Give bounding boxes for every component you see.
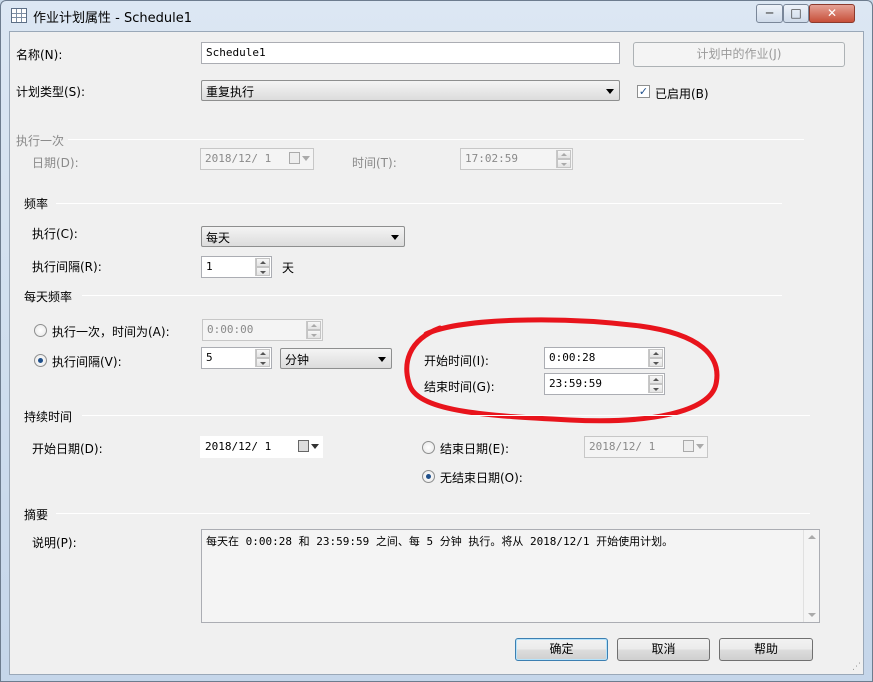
duration-divider: [82, 415, 810, 416]
recurs-value: 1: [206, 260, 213, 273]
annotation-circle: [404, 317, 720, 424]
time-spinner[interactable]: [306, 321, 321, 339]
table-icon: [11, 8, 27, 23]
schedule-type-value: 重复执行: [206, 85, 255, 99]
start-date-value: 2018/12/ 1: [205, 440, 272, 453]
one-time-time-input[interactable]: 17:02:59: [460, 148, 573, 170]
frequency-section-title: 频率: [24, 197, 49, 211]
recurs-label: 执行间隔(R):: [32, 260, 102, 274]
recurs-input[interactable]: 1: [201, 256, 272, 278]
occurs-every-radio[interactable]: [34, 354, 47, 367]
maximize-button[interactable]: □: [783, 4, 809, 23]
one-time-time-label: 时间(T):: [352, 156, 397, 170]
description-label: 说明(P):: [32, 536, 77, 550]
resize-grip-icon[interactable]: ⋰: [852, 662, 861, 672]
dialog-body: 名称(N): Schedule1 计划中的作业(J) 计划类型(S): 重复执行…: [9, 31, 864, 675]
occurs-once-time-value: 0:00:00: [207, 323, 254, 336]
calendar-icon: [298, 440, 320, 454]
enabled-label: 已启用(B): [655, 87, 709, 101]
daily-frequency-section-title: 每天频率: [24, 290, 73, 304]
schedule-type-label: 计划类型(S):: [16, 85, 86, 99]
window-title: 作业计划属性 - Schedule1: [33, 11, 192, 26]
occurs-once-time-input[interactable]: 0:00:00: [202, 319, 323, 341]
occurs-every-label: 执行间隔(V):: [52, 355, 122, 369]
summary-section-title: 摘要: [24, 508, 49, 522]
end-date-picker[interactable]: 2018/12/ 1: [584, 436, 708, 458]
occurs-value: 每天: [206, 231, 231, 245]
chevron-down-icon: [378, 357, 386, 362]
ok-button[interactable]: 确定: [515, 638, 608, 661]
recurs-spinner[interactable]: [255, 258, 270, 276]
one-time-date-label: 日期(D):: [32, 156, 79, 170]
occurs-select[interactable]: 每天: [201, 226, 405, 247]
minimize-button[interactable]: ─: [756, 4, 783, 23]
occurs-label: 执行(C):: [32, 227, 78, 241]
start-date-label: 开始日期(D):: [32, 442, 103, 456]
name-label: 名称(N):: [16, 48, 63, 62]
one-time-date-picker[interactable]: 2018/12/ 1: [200, 148, 314, 170]
every-spinner[interactable]: [255, 349, 270, 367]
no-end-date-label: 无结束日期(O):: [440, 471, 523, 485]
chevron-down-icon: [606, 89, 614, 94]
name-input[interactable]: Schedule1: [201, 42, 620, 64]
jobs-in-schedule-button[interactable]: 计划中的作业(J): [633, 42, 845, 67]
description-textarea[interactable]: 每天在 0:00:28 和 23:59:59 之间、每 5 分钟 执行。将从 2…: [201, 529, 820, 623]
one-time-date-value: 2018/12/ 1: [205, 152, 272, 165]
one-time-section-title: 执行一次: [16, 134, 65, 148]
cancel-button[interactable]: 取消: [617, 638, 710, 661]
summary-divider: [56, 513, 810, 514]
description-scrollbar[interactable]: [803, 530, 819, 622]
enabled-checkbox[interactable]: ✓: [637, 85, 650, 98]
daily-frequency-divider: [82, 295, 782, 296]
description-value: 每天在 0:00:28 和 23:59:59 之间、每 5 分钟 执行。将从 2…: [206, 535, 674, 548]
close-button[interactable]: ✕: [809, 4, 855, 23]
help-button[interactable]: 帮助: [719, 638, 813, 661]
end-date-value: 2018/12/ 1: [589, 440, 656, 453]
chevron-down-icon: [391, 235, 399, 240]
end-date-label: 结束日期(E):: [440, 442, 509, 456]
occurs-once-radio[interactable]: [34, 324, 47, 337]
title-bar[interactable]: 作业计划属性 - Schedule1 ─ □ ✕: [1, 1, 872, 31]
time-spinner[interactable]: [556, 150, 571, 168]
duration-section-title: 持续时间: [24, 410, 73, 424]
one-time-divider: [68, 139, 804, 140]
occurs-every-input[interactable]: 5: [201, 347, 272, 369]
calendar-icon: [683, 440, 705, 454]
frequency-divider: [56, 203, 782, 204]
calendar-icon: [289, 152, 311, 166]
no-end-date-radio[interactable]: [422, 470, 435, 483]
recurs-unit: 天: [282, 261, 295, 275]
occurs-every-value: 5: [206, 351, 213, 364]
schedule-type-select[interactable]: 重复执行: [201, 80, 620, 101]
dialog-window: 作业计划属性 - Schedule1 ─ □ ✕ 名称(N): Schedule…: [0, 0, 873, 682]
occurs-once-label: 执行一次，时间为(A):: [52, 325, 170, 339]
occurs-every-unit-value: 分钟: [285, 353, 310, 367]
end-date-radio[interactable]: [422, 441, 435, 454]
start-date-picker[interactable]: 2018/12/ 1: [200, 436, 323, 458]
one-time-time-value: 17:02:59: [465, 152, 518, 165]
occurs-every-unit-select[interactable]: 分钟: [280, 348, 392, 369]
